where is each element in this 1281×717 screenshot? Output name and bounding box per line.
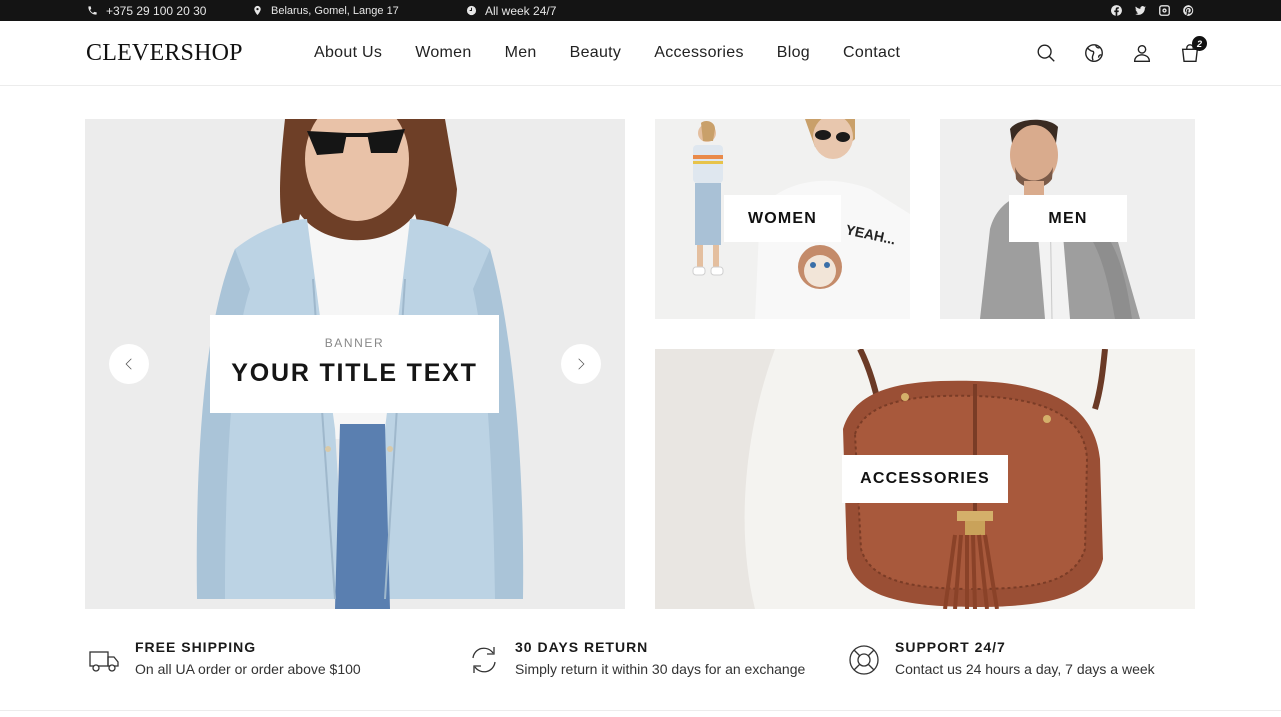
- lifebuoy-icon: [847, 643, 881, 677]
- clock-icon: [466, 5, 477, 16]
- nav-accessories[interactable]: Accessories: [654, 44, 744, 62]
- category-women-tile[interactable]: YEAH... WOMEN: [655, 119, 910, 319]
- site-logo[interactable]: CLEVERSHOP: [86, 40, 243, 67]
- accessories-label[interactable]: ACCESSORIES: [842, 455, 1008, 503]
- facebook-icon[interactable]: [1109, 4, 1123, 18]
- location-pin-icon: [254, 5, 261, 16]
- feature-description: On all UA order or order above $100: [135, 661, 361, 677]
- phone-icon: [88, 6, 97, 15]
- slider-next-button[interactable]: [561, 344, 601, 384]
- phone-info[interactable]: +375 29 100 20 30: [87, 0, 206, 21]
- feature-30-days-return: 30 DAYS RETURN Simply return it within 3…: [467, 635, 837, 685]
- address-info: Belarus, Gomel, Lange 17: [252, 0, 399, 21]
- feature-free-shipping: FREE SHIPPING On all UA order or order a…: [87, 635, 427, 685]
- hero-banner[interactable]: BANNER YOUR TITLE TEXT: [85, 119, 625, 609]
- globe-icon[interactable]: [1083, 42, 1105, 64]
- feature-title: FREE SHIPPING: [135, 639, 257, 655]
- banner-title: YOUR TITLE TEXT: [231, 359, 478, 387]
- nav-blog[interactable]: Blog: [777, 44, 810, 62]
- slider-prev-button[interactable]: [109, 344, 149, 384]
- refresh-icon: [467, 643, 501, 677]
- banner-caption: BANNER YOUR TITLE TEXT: [210, 315, 499, 413]
- category-accessories-tile[interactable]: ACCESSORIES: [655, 349, 1195, 609]
- nav-men[interactable]: Men: [505, 44, 537, 62]
- feature-description: Contact us 24 hours a day, 7 days a week: [895, 661, 1155, 677]
- nav-contact[interactable]: Contact: [843, 44, 900, 62]
- pinterest-icon[interactable]: [1181, 4, 1195, 18]
- footer-divider: [0, 710, 1281, 711]
- chevron-left-icon: [125, 358, 132, 370]
- hours-info: All week 24/7: [466, 0, 556, 21]
- feature-support-24-7: SUPPORT 24/7 Contact us 24 hours a day, …: [847, 635, 1187, 685]
- cart-icon[interactable]: 2: [1179, 36, 1207, 64]
- banner-subtitle: BANNER: [324, 336, 385, 350]
- feature-title: SUPPORT 24/7: [895, 639, 1006, 655]
- top-bar: +375 29 100 20 30 Belarus, Gomel, Lange …: [0, 0, 1281, 21]
- cart-count-badge: 2: [1192, 36, 1207, 51]
- twitter-icon[interactable]: [1133, 4, 1147, 18]
- men-label[interactable]: MEN: [1009, 195, 1127, 242]
- header-icons: 2: [1035, 21, 1207, 85]
- instagram-icon[interactable]: [1157, 4, 1171, 18]
- feature-title: 30 DAYS RETURN: [515, 639, 649, 655]
- address-text: Belarus, Gomel, Lange 17: [271, 4, 399, 17]
- main-nav: About Us Women Men Beauty Accessories Bl…: [314, 21, 933, 85]
- phone-text: +375 29 100 20 30: [106, 3, 207, 18]
- truck-icon: [87, 643, 121, 677]
- chevron-right-icon: [578, 358, 585, 370]
- category-men-tile[interactable]: MEN: [940, 119, 1195, 319]
- search-icon[interactable]: [1035, 42, 1057, 64]
- social-links: [1109, 0, 1195, 21]
- nav-women[interactable]: Women: [415, 44, 471, 62]
- site-header: CLEVERSHOP About Us Women Men Beauty Acc…: [0, 21, 1281, 86]
- user-icon[interactable]: [1131, 42, 1153, 64]
- women-label[interactable]: WOMEN: [724, 195, 841, 242]
- nav-beauty[interactable]: Beauty: [570, 44, 622, 62]
- hours-text: All week 24/7: [485, 3, 557, 18]
- nav-about-us[interactable]: About Us: [314, 44, 382, 62]
- feature-description: Simply return it within 30 days for an e…: [515, 661, 806, 677]
